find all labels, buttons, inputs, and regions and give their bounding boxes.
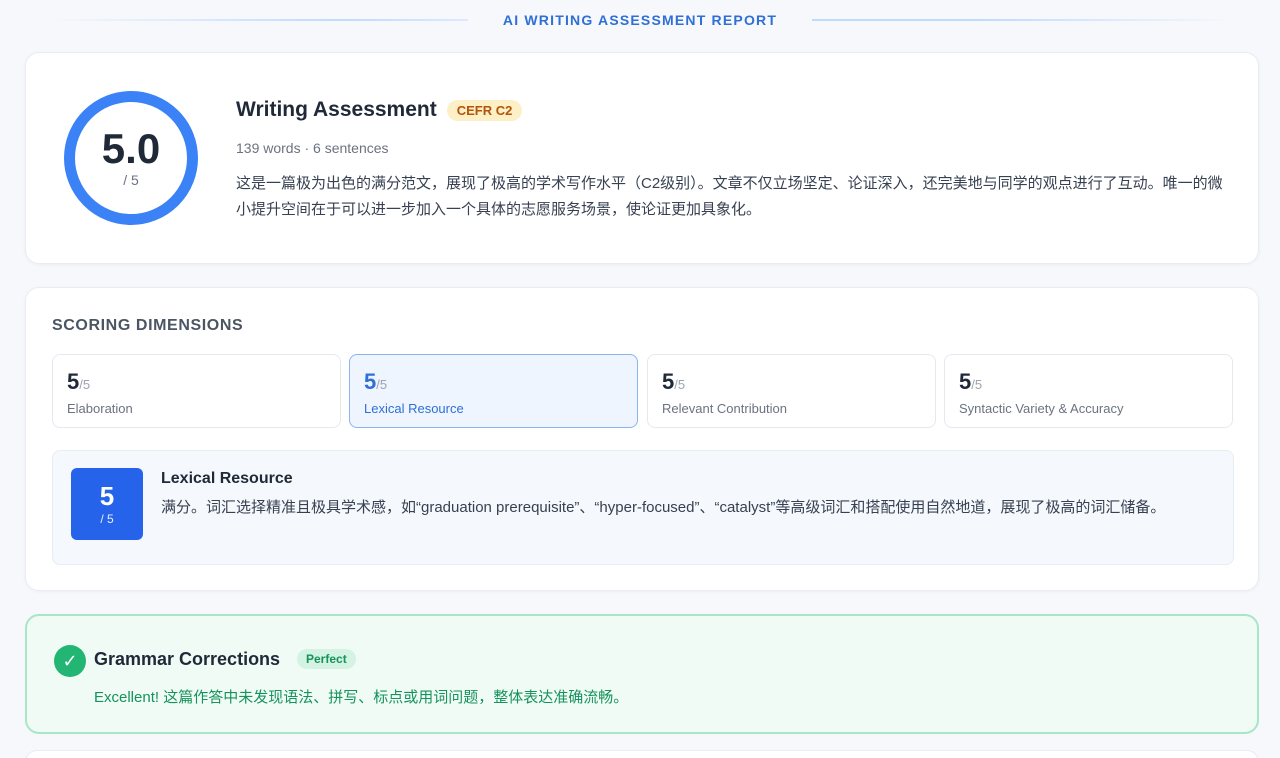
dimension-max: /5 (79, 377, 91, 392)
section-title: SCORING DIMENSIONS (52, 317, 244, 334)
dimension-max: /5 (674, 377, 686, 392)
scoring-dimensions-card: SCORING DIMENSIONS 5/5 Elaboration 5/5 L… (25, 287, 1259, 591)
detail-score: 5 (99, 481, 115, 511)
check-circle-icon: ✓ (54, 645, 86, 677)
dimension-card-lexical-resource[interactable]: 5/5 Lexical Resource (349, 354, 638, 428)
detail-score-badge: 5 / 5 (71, 468, 143, 540)
dimension-label: Lexical Resource (364, 401, 464, 416)
report-banner: AI WRITING ASSESSMENT REPORT (0, 0, 1280, 40)
detail-score-max: / 5 (100, 512, 114, 526)
summary-description: 这是一篇极为出色的满分范文，展现了极高的学术写作水平（C2级别）。文章不仅立场坚… (236, 175, 1223, 218)
dimension-label: Elaboration (67, 401, 133, 416)
banner-divider-right (812, 19, 1232, 21)
summary-title: Writing Assessment (236, 98, 437, 121)
grammar-title: Grammar Corrections (94, 649, 281, 669)
overall-score-ring: 5.0 / 5 (64, 91, 198, 225)
dimension-label: Relevant Contribution (662, 401, 788, 416)
perfect-badge: Perfect (297, 649, 356, 669)
dimension-max: /5 (971, 377, 983, 392)
dimension-card-syntactic-variety[interactable]: 5/5 Syntactic Variety & Accuracy (944, 354, 1233, 428)
dimension-score: 5 (67, 369, 80, 394)
dimension-card-elaboration[interactable]: 5/5 Elaboration (52, 354, 341, 428)
banner-divider-left (48, 19, 468, 21)
grammar-message: Excellent! 这篇作答中未发现语法、拼写、标点或用词问题，整体表达准确流… (94, 689, 629, 706)
dimension-score: 5 (364, 369, 377, 394)
detail-title: Lexical Resource (161, 470, 293, 487)
detail-text: 满分。词汇选择精准且极具学术感，如“graduation prerequisit… (161, 499, 1166, 516)
dimension-label: Syntactic Variety & Accuracy (959, 401, 1124, 416)
dimension-score: 5 (662, 369, 675, 394)
report-title: AI WRITING ASSESSMENT REPORT (490, 12, 790, 28)
dimension-max: /5 (376, 377, 388, 392)
overall-score-max: / 5 (123, 172, 139, 188)
summary-heading: Writing Assessment CEFR C2 (236, 98, 523, 122)
summary-card: 5.0 / 5 Writing Assessment CEFR C2 139 w… (25, 52, 1259, 264)
dimension-detail-panel: 5 / 5 Lexical Resource 满分。词汇选择精准且极具学术感，如… (52, 450, 1234, 565)
next-card-edge (25, 750, 1259, 758)
cefr-badge: CEFR C2 (446, 99, 523, 121)
dimension-card-relevant-contribution[interactable]: 5/5 Relevant Contribution (647, 354, 936, 428)
grammar-corrections-card: ✓ Grammar Corrections Perfect Excellent!… (25, 614, 1259, 734)
overall-score: 5.0 (101, 125, 161, 172)
word-sentence-count: 139 words · 6 sentences (236, 140, 389, 156)
dimension-score: 5 (959, 369, 972, 394)
